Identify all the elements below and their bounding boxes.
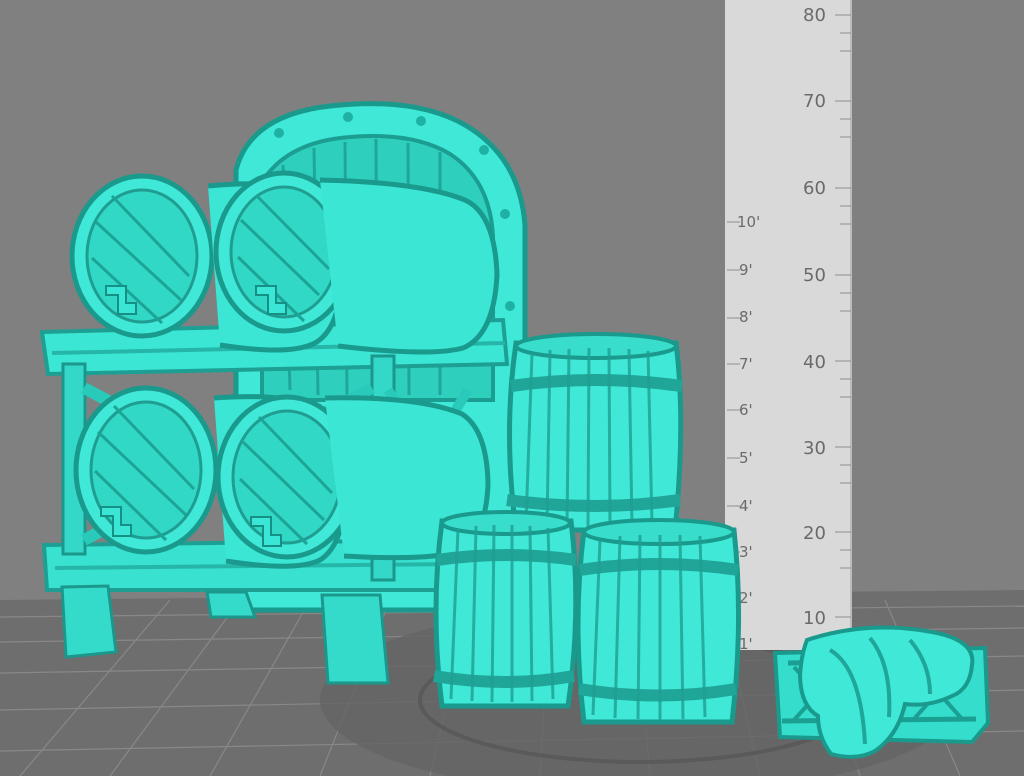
ruler-metric-label: 20: [803, 523, 826, 544]
ruler-metric-label: 10: [803, 608, 826, 629]
scene-canvas: 80 70 60 50 40 30 20 10 10' 9' 8' 7' 6' …: [0, 0, 1024, 776]
ruler-metric-label: 60: [803, 178, 826, 199]
covered-crate: [772, 625, 991, 759]
ruler-metric-label: 80: [803, 5, 826, 26]
ruler-imperial-label: 6': [739, 401, 753, 419]
3d-viewport-scene: 80 70 60 50 40 30 20 10 10' 9' 8' 7' 6' …: [0, 0, 1024, 776]
ruler-imperial-label: 9': [739, 261, 753, 279]
ruler-imperial-label: 10': [737, 213, 760, 231]
ruler-imperial-label: 8': [739, 308, 753, 326]
ruler-imperial-label: 3': [739, 543, 753, 561]
ruler-imperial-label: 7': [739, 355, 753, 373]
ruler-metric-label: 50: [803, 265, 826, 286]
measurement-ruler: 80 70 60 50 40 30 20 10 10' 9' 8' 7' 6' …: [725, 0, 852, 653]
ruler-metric-label: 70: [803, 91, 826, 112]
ruler-imperial-label: 1': [739, 635, 753, 653]
ruler-imperial-label: 2': [739, 589, 753, 607]
ruler-imperial-label: 5': [739, 449, 753, 467]
ruler-imperial-label: 4': [739, 497, 753, 515]
ruler-metric-label: 30: [803, 438, 826, 459]
ruler-metric-label: 40: [803, 352, 826, 373]
